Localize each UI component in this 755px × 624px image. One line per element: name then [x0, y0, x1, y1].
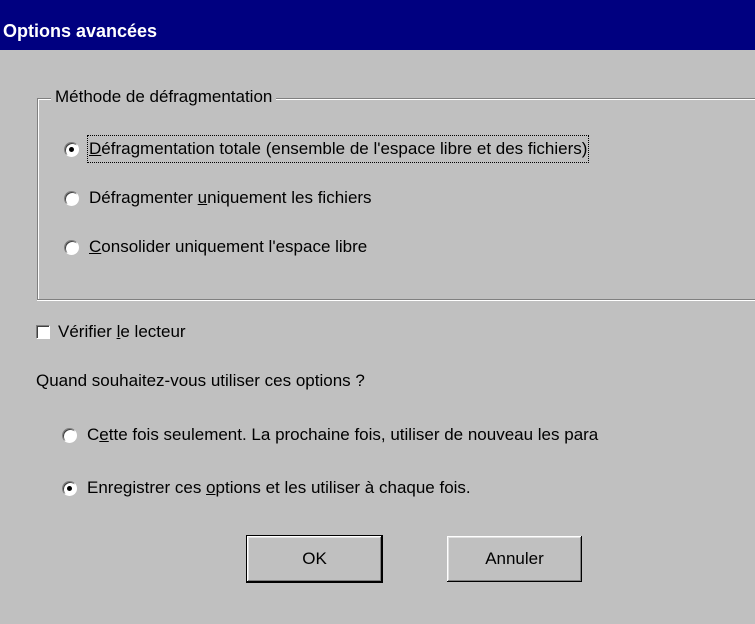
radio-save-options-label: Enregistrer ces options et les utiliser … [87, 478, 471, 497]
ok-button[interactable]: OK [246, 535, 383, 583]
radio-full-defrag-indicator[interactable] [64, 141, 79, 157]
radio-files-only[interactable]: Défragmenter uniquement les fichiers [64, 186, 372, 210]
check-drive-label: Vérifier le lecteur [58, 322, 186, 341]
radio-free-space-only-indicator[interactable] [64, 239, 79, 255]
cancel-button[interactable]: Annuler [447, 536, 582, 582]
defrag-method-legend: Méthode de défragmentation [51, 86, 277, 108]
radio-full-defrag[interactable]: Défragmentation totale (ensemble de l'es… [64, 135, 590, 163]
radio-save-options-indicator[interactable] [62, 480, 77, 496]
radio-files-only-indicator[interactable] [64, 190, 79, 206]
check-drive-checkbox[interactable] [36, 325, 50, 339]
radio-this-time-only[interactable]: Cette fois seulement. La prochaine fois,… [62, 423, 598, 447]
radio-this-time-only-label: Cette fois seulement. La prochaine fois,… [87, 425, 599, 444]
radio-save-options[interactable]: Enregistrer ces options et les utiliser … [62, 476, 471, 500]
when-question: Quand souhaitez-vous utiliser ces option… [36, 371, 365, 390]
radio-files-only-label: Défragmenter uniquement les fichiers [89, 188, 372, 207]
radio-free-space-only-label: Consolider uniquement l'espace libre [89, 237, 368, 256]
radio-free-space-only[interactable]: Consolider uniquement l'espace libre [64, 235, 367, 259]
title-bar: Options avancées [0, 0, 755, 50]
dialog-title: Options avancées [3, 21, 158, 41]
radio-full-defrag-label: Défragmentation totale (ensemble de l'es… [86, 135, 590, 163]
check-drive-option[interactable]: Vérifier le lecteur [36, 320, 186, 344]
radio-this-time-only-indicator[interactable] [62, 427, 77, 443]
